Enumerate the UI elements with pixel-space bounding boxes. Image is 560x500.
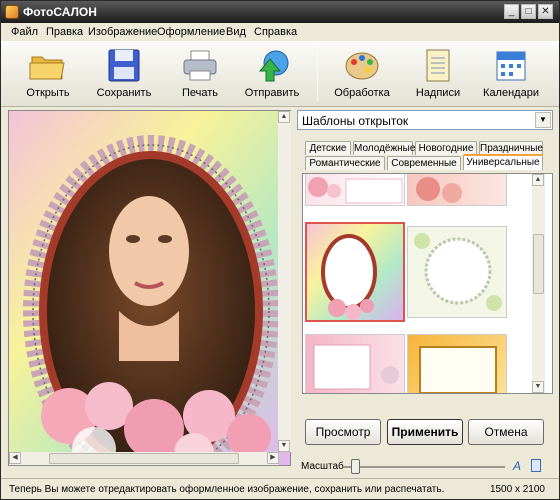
print-label: Печать [181, 87, 219, 99]
app-icon [5, 5, 19, 19]
send-globe-icon [258, 50, 289, 82]
canvas-horizontal-scrollbar[interactable]: ◀ ▶ [9, 452, 279, 465]
rose-corner-icon [416, 177, 462, 203]
template-thumb-6[interactable] [407, 334, 507, 393]
folder-icon [29, 56, 65, 80]
thumbnails-scrollbar[interactable]: ▲ ▼ [532, 174, 545, 393]
gold-frame-icon [419, 346, 497, 393]
menu-help[interactable]: Справка [254, 26, 297, 38]
zoom-slider-thumb[interactable] [351, 459, 361, 474]
oval-frame-icon [321, 234, 377, 320]
save-label: Сохранить [96, 87, 152, 99]
lace-frame-icon [414, 233, 502, 311]
scroll-thumb[interactable] [533, 234, 544, 294]
tab-modern[interactable]: Современные [387, 156, 461, 170]
close-button[interactable]: ✕ [538, 4, 553, 19]
save-button[interactable]: Сохранить [91, 45, 157, 105]
canvas-vertical-scrollbar[interactable]: ▲ ▼ [278, 111, 291, 452]
tab-romantic[interactable]: Романтические [305, 156, 385, 170]
tab-kids[interactable]: Детские [305, 141, 351, 155]
template-thumb-4[interactable] [407, 226, 507, 318]
app-window: ФотоСАЛОН _ □ ✕ Файл Правка Изображение … [0, 0, 560, 500]
print-button[interactable]: Печать [167, 45, 233, 105]
open-label: Открыть [26, 87, 70, 99]
template-thumb-1[interactable] [305, 174, 405, 206]
menu-edit[interactable]: Правка [46, 26, 83, 38]
open-button[interactable]: Открыть [15, 45, 81, 105]
fit-zoom-icon[interactable]: A [513, 459, 521, 473]
tab-youth[interactable]: Молодёжные [353, 141, 415, 155]
palette-icon [345, 52, 379, 80]
zoom-slider-track[interactable] [343, 466, 505, 468]
preview-button[interactable]: Просмотр [305, 419, 381, 445]
tab-new-year[interactable]: Новогодние [415, 141, 477, 155]
framed-photo [9, 111, 290, 465]
calendars-label: Календари [483, 87, 539, 99]
scroll-down-icon[interactable]: ▼ [278, 440, 290, 452]
scroll-left-icon[interactable]: ◀ [9, 452, 21, 464]
template-thumb-2[interactable] [407, 174, 507, 206]
title-bar[interactable]: ФотоСАЛОН _ □ ✕ [1, 1, 559, 23]
process-button[interactable]: Обработка [329, 45, 395, 105]
floppy-icon [108, 49, 140, 82]
apply-button[interactable]: Применить [387, 419, 463, 445]
process-label: Обработка [334, 87, 390, 99]
toolbar-separator [317, 47, 318, 101]
scroll-right-icon[interactable]: ▶ [267, 452, 279, 464]
send-button[interactable]: Отправить [239, 45, 305, 105]
menu-bar: Файл Правка Изображение Оформление Вид С… [1, 23, 559, 41]
zoom-bar: Масштаб A [297, 456, 555, 478]
captions-button[interactable]: Надписи [405, 45, 471, 105]
scroll-down-icon[interactable]: ▼ [532, 381, 544, 393]
photo-frame-icon [313, 344, 399, 390]
captions-label: Надписи [415, 87, 461, 99]
window-title: ФотоСАЛОН [23, 5, 97, 19]
templates-panel: Шаблоны открыток ▼ Детские Молодёжные Но… [297, 110, 555, 456]
status-message: Теперь Вы можете отредактировать оформле… [9, 484, 445, 495]
scroll-thumb[interactable] [49, 453, 239, 464]
template-thumb-selected[interactable] [305, 222, 405, 322]
chevron-down-icon[interactable]: ▼ [535, 112, 551, 128]
scroll-up-icon[interactable]: ▲ [532, 174, 544, 186]
template-thumb-5[interactable] [305, 334, 405, 393]
send-label: Отправить [244, 87, 300, 99]
tab-holiday[interactable]: Праздничные [479, 141, 543, 155]
notepad-icon [426, 49, 450, 82]
template-thumbnails [302, 173, 553, 394]
menu-file[interactable]: Файл [11, 26, 38, 38]
zoom-label: Масштаб [301, 461, 344, 472]
image-size: 1500 x 2100 [489, 484, 545, 495]
minimize-button[interactable]: _ [504, 4, 519, 19]
cancel-button[interactable]: Отмена [468, 419, 544, 445]
actual-size-icon[interactable] [531, 459, 541, 472]
template-category-value: Шаблоны открыток [302, 114, 409, 128]
scroll-up-icon[interactable]: ▲ [278, 111, 290, 123]
menu-view[interactable]: Вид [226, 26, 246, 38]
template-category-select[interactable]: Шаблоны открыток ▼ [297, 110, 553, 130]
menu-design[interactable]: Оформление [157, 26, 225, 38]
status-bar: Теперь Вы можете отредактировать оформле… [1, 478, 559, 499]
calendar-icon [496, 51, 526, 81]
maximize-button[interactable]: □ [521, 4, 536, 19]
printer-icon [183, 50, 217, 81]
calendars-button[interactable]: Календари [478, 45, 544, 105]
tab-universal[interactable]: Универсальные [463, 154, 543, 170]
toolbar: Открыть Сохранить Печать Отправить Обраб… [1, 41, 559, 107]
rose-border-icon [308, 177, 403, 204]
image-canvas[interactable] [8, 110, 291, 466]
menu-image[interactable]: Изображение [88, 26, 157, 38]
